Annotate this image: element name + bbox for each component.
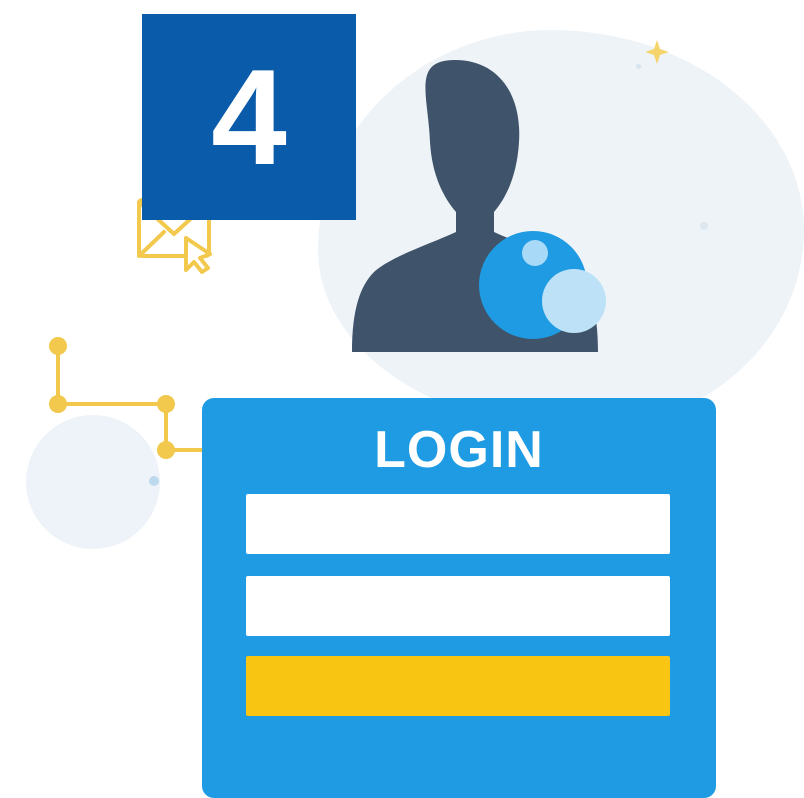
login-button[interactable]: [246, 656, 670, 716]
sparkle-icon: [645, 40, 669, 64]
step-number-badge: 4: [142, 14, 356, 220]
username-field[interactable]: [246, 494, 670, 554]
step-number: 4: [211, 41, 287, 193]
login-card: LOGIN: [202, 398, 716, 798]
node-connector-icon: [49, 337, 202, 459]
login-illustration: 4 LOGIN: [0, 0, 804, 798]
bubble-badge-icon: [479, 231, 606, 339]
password-field[interactable]: [246, 576, 670, 636]
login-title: LOGIN: [374, 421, 544, 479]
